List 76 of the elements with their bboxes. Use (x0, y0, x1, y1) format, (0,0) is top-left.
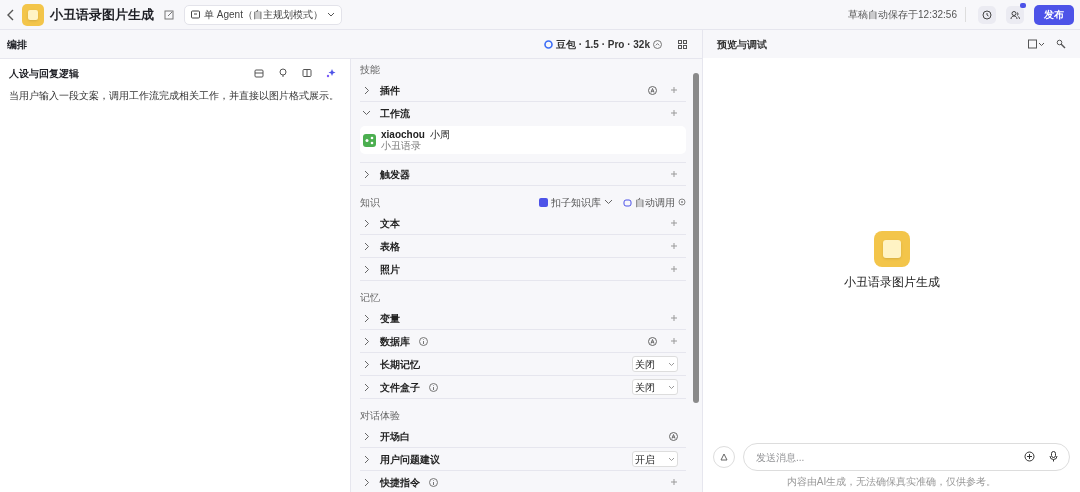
section-header: 对话体验 (360, 408, 400, 423)
row-label: 表格 (380, 239, 400, 254)
skill-row[interactable]: 插件 (360, 79, 686, 101)
save-status: 草稿自动保存于12:32:56 (848, 7, 966, 22)
skill-row[interactable]: 长期记忆 关闭 (360, 353, 686, 375)
row-label: 开场白 (380, 429, 410, 444)
section-header: 记忆 (360, 290, 380, 305)
sparkle-icon[interactable] (326, 68, 336, 78)
microphone-icon[interactable] (1049, 451, 1058, 462)
call-mode-button[interactable]: 自动调用 (623, 194, 686, 210)
info-icon[interactable] (419, 336, 428, 346)
row-label: 长期记忆 (380, 357, 420, 372)
select-dropdown[interactable]: 关闭 (632, 356, 678, 372)
app-icon (873, 230, 910, 267)
knowledge-source-dropdown[interactable]: 扣子知识库 (539, 194, 613, 210)
publish-button[interactable]: 发布 (1034, 4, 1074, 25)
mode-dropdown[interactable]: 单 Agent（自主规划模式） (184, 4, 342, 25)
workflow-card[interactable]: xiaochou 小周 小丑语录 (360, 126, 686, 154)
section-title: 人设与回复逻辑 (9, 66, 79, 81)
persona-text: 当用户输入一段文案，调用工作流完成相关工作，并直接以图片格式展示。 (9, 89, 340, 103)
split-view-icon[interactable] (302, 68, 312, 78)
skill-row[interactable]: 开场白 (360, 425, 686, 447)
row-label: 用户问题建议 (380, 452, 440, 467)
bot-name: 小丑语录图片生成 (843, 273, 940, 291)
collaborators-button[interactable] (1006, 5, 1024, 24)
row-label: 照片 (380, 262, 400, 277)
row-label: 变量 (380, 311, 400, 326)
template-icon[interactable] (254, 68, 264, 78)
lightbulb-icon[interactable] (278, 68, 288, 78)
info-icon[interactable] (429, 477, 438, 487)
select-dropdown[interactable]: 关闭 (632, 379, 678, 395)
row-label: 文件盒子 (380, 380, 420, 395)
agent-icon (191, 10, 200, 19)
auto-mode-icon[interactable] (669, 431, 678, 441)
skill-row[interactable]: 文件盒子 关闭 (360, 376, 686, 398)
app-name: 小丑语录图片生成 (50, 5, 154, 24)
disclaimer: 内容由AI生成，无法确保真实准确，仅供参考。 (785, 475, 998, 489)
panel-title: 编排 (7, 37, 27, 52)
row-label: 插件 (380, 83, 400, 98)
message-input[interactable]: 发送消息... (743, 443, 1070, 471)
auto-mode-icon[interactable] (648, 336, 657, 346)
info-icon[interactable] (429, 382, 438, 392)
section-header: 知识 (360, 195, 380, 210)
row-label: 工作流 (380, 106, 410, 121)
section-header: 技能 (360, 62, 380, 77)
auto-mode-icon[interactable] (648, 85, 657, 95)
skill-row[interactable]: 数据库 (360, 330, 686, 352)
skill-row[interactable]: 用户问题建议 开启 (360, 448, 686, 470)
model-logo-icon (544, 39, 554, 49)
row-label: 数据库 (380, 334, 410, 349)
wrench-icon[interactable] (1056, 39, 1066, 49)
knowledge-icon (539, 197, 548, 207)
edit-icon[interactable] (164, 9, 174, 20)
history-button[interactable] (978, 5, 996, 24)
select-dropdown[interactable]: 开启 (632, 451, 678, 467)
skill-row[interactable]: 工作流 (360, 102, 686, 124)
row-label: 快捷指令 (380, 475, 420, 490)
add-icon[interactable] (1024, 451, 1035, 462)
layout-dropdown-icon[interactable] (1028, 39, 1046, 49)
skill-row[interactable]: 快捷指令 (360, 471, 686, 492)
workflow-icon (363, 133, 376, 147)
skill-row[interactable]: 变量 (360, 307, 686, 329)
clock-icon (982, 9, 992, 20)
panel-title: 预览与调试 (717, 37, 767, 52)
skill-row[interactable]: 照片 (360, 258, 686, 280)
row-label: 文本 (380, 216, 400, 231)
skill-row[interactable]: 触发器 (360, 163, 686, 185)
skill-row[interactable]: 文本 (360, 212, 686, 234)
back-icon[interactable] (6, 8, 16, 21)
workflow-name: xiaochou 小周 (381, 129, 451, 140)
workflow-description: 小丑语录 (381, 140, 422, 151)
app-icon (22, 3, 44, 26)
model-selector[interactable]: 豆包 · 1.5 · Pro · 32k (544, 36, 662, 52)
row-label: 触发器 (380, 167, 410, 182)
users-icon (1010, 9, 1020, 20)
skill-row[interactable]: 表格 (360, 235, 686, 257)
